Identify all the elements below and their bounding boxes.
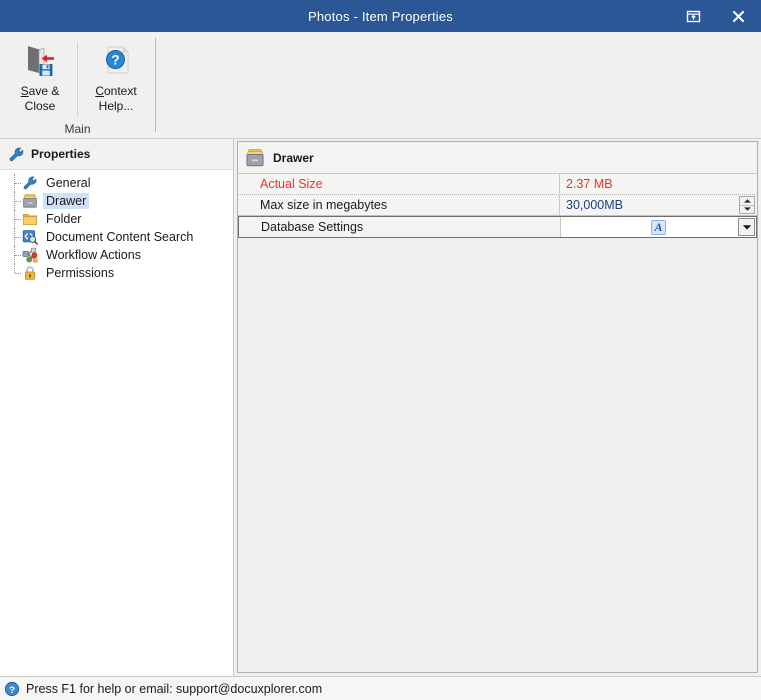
sidebar-item-folder[interactable]: Folder xyxy=(0,210,233,228)
sidebar-item-drawer[interactable]: Drawer xyxy=(0,192,233,210)
table-row[interactable]: Actual Size 2.37 MB xyxy=(238,174,757,195)
ribbon-group-title: Main xyxy=(64,122,91,136)
ribbon-inner-separator xyxy=(77,42,78,117)
context-help-button[interactable]: ? Context Help... xyxy=(79,38,153,114)
save-label-line1: ave & xyxy=(28,84,60,98)
save-and-close-label: Save & Close xyxy=(20,84,60,113)
ribbon-toolbar: Save & Close ? Context Help... Main xyxy=(0,32,761,139)
sidebar-item-label: Folder xyxy=(46,212,82,226)
font-style-a-icon[interactable]: A xyxy=(651,219,666,235)
property-name-actual-size: Actual Size xyxy=(238,174,560,194)
tree-dash xyxy=(15,237,21,238)
folder-icon xyxy=(22,211,38,227)
sidebar-item-general[interactable]: General xyxy=(0,174,233,192)
context-help-label: Context Help... xyxy=(95,84,137,113)
tree-dash xyxy=(15,201,21,202)
sidebar-item-label: Permissions xyxy=(46,266,115,280)
properties-panel-title: Drawer xyxy=(273,150,314,165)
stepper-up-icon[interactable] xyxy=(740,197,754,206)
sidebar-item-label: Document Content Search xyxy=(46,230,194,244)
application-window: Photos - Item Properties Save & Close ? … xyxy=(0,0,761,700)
stepper-down-icon[interactable] xyxy=(740,205,754,213)
main-body: Properties General Drawer Folder Documen… xyxy=(0,139,761,676)
door-save-icon xyxy=(3,38,77,82)
title-bar: Photos - Item Properties xyxy=(0,0,761,32)
close-icon[interactable] xyxy=(716,0,761,32)
tree-guide xyxy=(14,264,16,273)
drawer-properties-card: Drawer Actual Size 2.37 MB Max size in m… xyxy=(237,141,758,673)
help-circle-icon[interactable]: ? xyxy=(4,681,20,697)
tree-dash xyxy=(15,183,21,184)
properties-sidebar: Properties General Drawer Folder Documen… xyxy=(0,139,234,676)
sidebar-item-workflow-actions[interactable]: Workflow Actions xyxy=(0,246,233,264)
window-title: Photos - Item Properties xyxy=(308,8,453,24)
ribbon-group-separator xyxy=(155,38,156,132)
table-row[interactable]: Database Settings A xyxy=(238,216,757,238)
sidebar-item-label: Drawer xyxy=(43,193,90,209)
svg-text:?: ? xyxy=(111,53,119,68)
status-bar: ? Press F1 for help or email: support@do… xyxy=(0,676,761,700)
sidebar-item-label: Workflow Actions xyxy=(46,248,141,262)
property-value-max-size[interactable]: 30,000MB xyxy=(560,195,757,215)
content-search-icon xyxy=(22,229,38,245)
workflow-icon xyxy=(22,247,38,263)
quantity-stepper[interactable] xyxy=(739,196,755,214)
wrench-icon xyxy=(8,146,24,162)
lock-icon xyxy=(22,265,38,281)
properties-panel-header: Drawer xyxy=(238,142,757,174)
max-size-value-text: 30,000MB xyxy=(566,198,623,212)
property-value-database-settings[interactable]: A xyxy=(561,217,756,237)
sidebar-header-title: Properties xyxy=(31,147,91,161)
property-value-actual-size: 2.37 MB xyxy=(566,177,613,191)
properties-grid: Actual Size 2.37 MB Max size in megabyte… xyxy=(238,174,757,238)
chevron-down-icon[interactable] xyxy=(738,218,755,236)
svg-text:?: ? xyxy=(9,685,15,696)
save-and-close-button[interactable]: Save & Close xyxy=(3,38,77,114)
status-bar-text: Press F1 for help or email: support@docu… xyxy=(26,681,323,696)
sidebar-header: Properties xyxy=(0,139,233,170)
save-label-line2: Close xyxy=(24,99,56,113)
tree-dash xyxy=(15,219,21,220)
property-name-max-size: Max size in megabytes xyxy=(238,195,560,215)
wrench-icon xyxy=(22,175,38,191)
tree-dash xyxy=(15,255,21,256)
help-document-icon: ? xyxy=(79,38,153,82)
drawer-icon xyxy=(22,193,38,209)
restore-up-icon[interactable] xyxy=(671,0,716,32)
property-name-database-settings: Database Settings xyxy=(239,217,561,237)
ribbon-group-main: Save & Close ? Context Help... Main xyxy=(0,32,156,138)
properties-content: Drawer Actual Size 2.37 MB Max size in m… xyxy=(237,139,761,676)
grid-empty-area xyxy=(238,238,757,672)
sidebar-item-permissions[interactable]: Permissions xyxy=(0,264,233,282)
drawer-icon xyxy=(245,148,265,168)
context-help-label-line2: Help... xyxy=(98,99,134,113)
sidebar-item-document-content-search[interactable]: Document Content Search xyxy=(0,228,233,246)
sidebar-item-label: General xyxy=(46,176,91,190)
properties-tree: General Drawer Folder Document Content S… xyxy=(0,170,233,676)
table-row[interactable]: Max size in megabytes 30,000MB xyxy=(238,195,757,216)
tree-dash xyxy=(15,273,21,274)
window-controls xyxy=(671,0,761,32)
